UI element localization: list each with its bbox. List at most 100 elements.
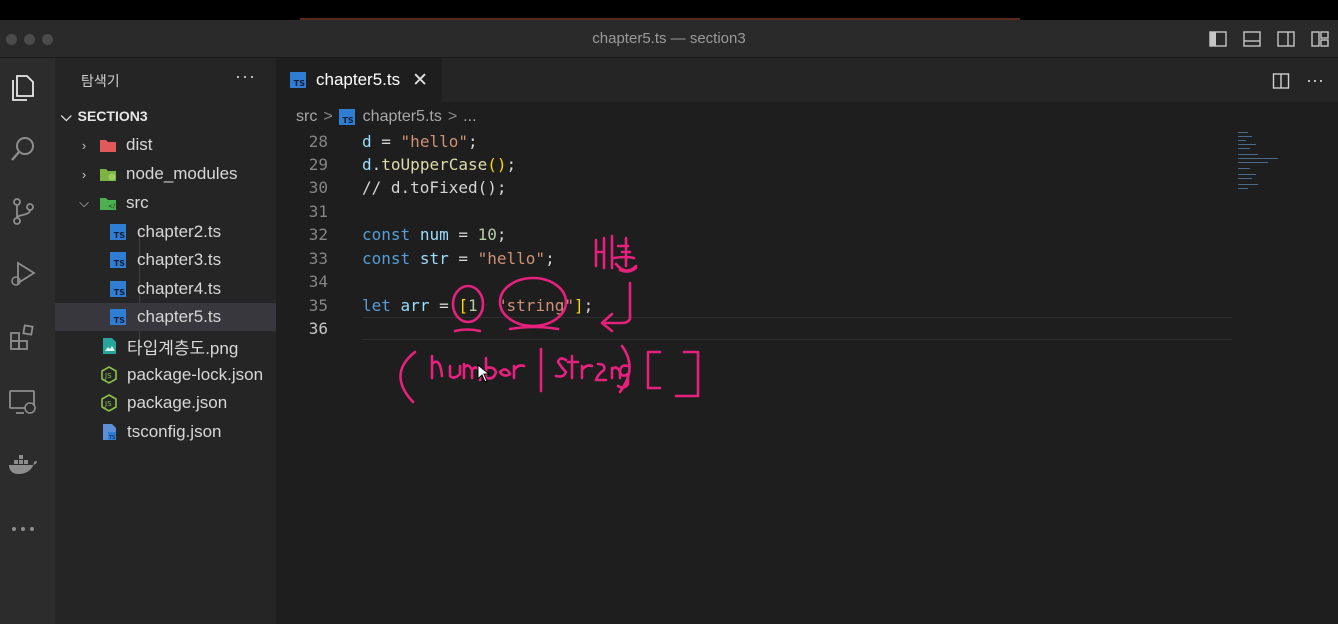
typescript-file-icon: TS	[110, 309, 126, 325]
tsconfig-file-icon: TS	[103, 424, 116, 441]
tree-item-node-modules[interactable]: › node_modules	[55, 160, 276, 188]
tree-item-label: tsconfig.json	[127, 422, 222, 441]
code-text: const str = "hello";	[362, 249, 555, 268]
editor-actions: ···	[1272, 70, 1324, 91]
svg-text:TS: TS	[108, 435, 115, 441]
code-line: 31	[276, 200, 1236, 223]
explorer-title: 탐색기	[81, 73, 120, 89]
extensions-icon[interactable]	[6, 320, 40, 354]
code-line: 34	[276, 270, 1236, 293]
line-number: 30	[308, 178, 328, 197]
tree-item-chapter4[interactable]: TS chapter4.ts	[55, 275, 276, 303]
minimap[interactable]	[1236, 130, 1296, 200]
current-line-highlight	[362, 317, 1232, 340]
tree-item-label: dist	[126, 135, 153, 154]
tree-item-chapter2[interactable]: TS chapter2.ts	[55, 218, 276, 246]
code-text: const num = 10;	[362, 225, 507, 244]
chevron-right-icon: ›	[81, 137, 87, 153]
typescript-file-icon: TS	[290, 72, 306, 88]
tree-item-label: 타입계층도.png	[127, 338, 239, 358]
code-text: let arr = [1, "string"];	[362, 296, 594, 315]
explorer-icon[interactable]	[6, 70, 40, 104]
tree-item-tsconfig[interactable]: TS tsconfig.json	[55, 418, 276, 446]
tree-item-dist[interactable]: › dist	[55, 131, 276, 159]
explorer-sidebar: 탐색기 ··· ⌵ SECTION3 › dist › node_modules…	[55, 58, 276, 624]
close-icon[interactable]: ✕	[412, 69, 428, 92]
image-file-icon	[103, 338, 116, 354]
workspace-name: SECTION3	[77, 108, 148, 124]
tab-label: chapter5.ts	[316, 70, 401, 89]
explorer-more-button[interactable]: ···	[235, 66, 256, 87]
mouse-pointer-icon	[477, 364, 491, 383]
window-title: chapter5.ts — section3	[592, 30, 746, 47]
chevron-down-icon: ⌵	[61, 107, 72, 124]
line-number: 33	[308, 249, 328, 268]
chevron-down-icon: ⌵	[79, 195, 89, 210]
tree-item-type-hierarchy-png[interactable]: 타입계층도.png	[55, 332, 276, 360]
chevron-right-icon: ›	[81, 166, 87, 182]
toggle-secondary-sidebar-icon[interactable]	[1276, 29, 1296, 49]
code-line: 32 const num = 10;	[276, 223, 1236, 246]
folder-node-icon	[100, 169, 116, 181]
code-line: 35 let arr = [1, "string"];	[276, 294, 1236, 317]
line-number: 34	[308, 272, 328, 291]
tab-bar: TS chapter5.ts ✕ ···	[276, 58, 1338, 102]
tree-item-chapter5[interactable]: TS chapter5.ts	[55, 303, 276, 331]
title-bar: chapter5.ts — section3	[0, 20, 1338, 58]
code-line: 30 // d.toFixed();	[276, 176, 1236, 199]
svg-text:</>: </>	[108, 203, 117, 210]
tree-item-package-json[interactable]: JS package.json	[55, 389, 276, 417]
tree-item-label: chapter3.ts	[137, 250, 222, 269]
tree-item-label: package-lock.json	[127, 365, 264, 384]
tree-item-package-lock[interactable]: JS package-lock.json	[55, 361, 276, 389]
svg-text:JS: JS	[104, 400, 112, 408]
tab-chapter5[interactable]: TS chapter5.ts ✕	[276, 58, 442, 102]
typescript-file-icon: TS	[110, 252, 126, 268]
code-text: d = "hello";	[362, 132, 478, 151]
line-number: 36	[308, 319, 328, 338]
editor-area: TS chapter5.ts ✕ ··· src > TS chapter5.t…	[276, 58, 1338, 624]
nodejs-file-icon: JS	[101, 366, 117, 384]
line-number: 29	[308, 155, 328, 174]
folder-src-icon: </>	[100, 198, 117, 210]
remote-explorer-icon[interactable]	[6, 384, 40, 418]
search-icon[interactable]	[6, 132, 40, 166]
code-text: d.toUpperCase();	[362, 155, 517, 174]
chevron-right-icon: >	[323, 108, 333, 125]
tree-item-label: chapter4.ts	[137, 279, 222, 298]
typescript-file-icon: TS	[338, 109, 355, 125]
breadcrumb-symbols[interactable]: ...	[463, 108, 476, 126]
workspace-section-header[interactable]: ⌵ SECTION3	[61, 103, 148, 129]
toggle-primary-sidebar-icon[interactable]	[1208, 29, 1228, 49]
tree-item-label: src	[126, 193, 149, 212]
split-editor-icon[interactable]	[1272, 72, 1290, 90]
code-line: 33 const str = "hello";	[276, 247, 1236, 270]
top-strip	[0, 0, 1338, 20]
code-line: 29 d.toUpperCase();	[276, 153, 1236, 176]
toggle-panel-icon[interactable]	[1242, 29, 1262, 49]
activity-bar	[0, 58, 55, 624]
line-number: 28	[308, 132, 328, 151]
folder-dist-icon	[100, 140, 116, 152]
tree-item-src[interactable]: ⌵ </> src	[55, 189, 276, 217]
tree-item-chapter3[interactable]: TS chapter3.ts	[55, 246, 276, 274]
svg-text:JS: JS	[104, 372, 112, 380]
line-number: 35	[308, 296, 328, 315]
tree-item-label: node_modules	[126, 164, 238, 183]
breadcrumb-folder[interactable]: src	[296, 108, 317, 126]
tree-item-label: chapter2.ts	[137, 222, 222, 241]
line-number: 32	[308, 225, 328, 244]
nodejs-file-icon: JS	[101, 394, 117, 412]
code-line: 28 d = "hello";	[276, 130, 1236, 153]
source-control-icon[interactable]	[6, 194, 40, 228]
editor-more-button[interactable]: ···	[1306, 70, 1324, 91]
run-debug-icon[interactable]	[6, 256, 40, 290]
breadcrumb-file[interactable]: chapter5.ts	[363, 108, 442, 126]
customize-layout-icon[interactable]	[1310, 29, 1330, 49]
more-views-icon[interactable]	[6, 512, 40, 546]
code-comment: // d.toFixed();	[362, 178, 507, 197]
docker-icon[interactable]	[6, 448, 40, 482]
line-number: 31	[308, 202, 328, 221]
tree-item-label: chapter5.ts	[137, 307, 222, 326]
chevron-right-icon: >	[447, 108, 458, 125]
